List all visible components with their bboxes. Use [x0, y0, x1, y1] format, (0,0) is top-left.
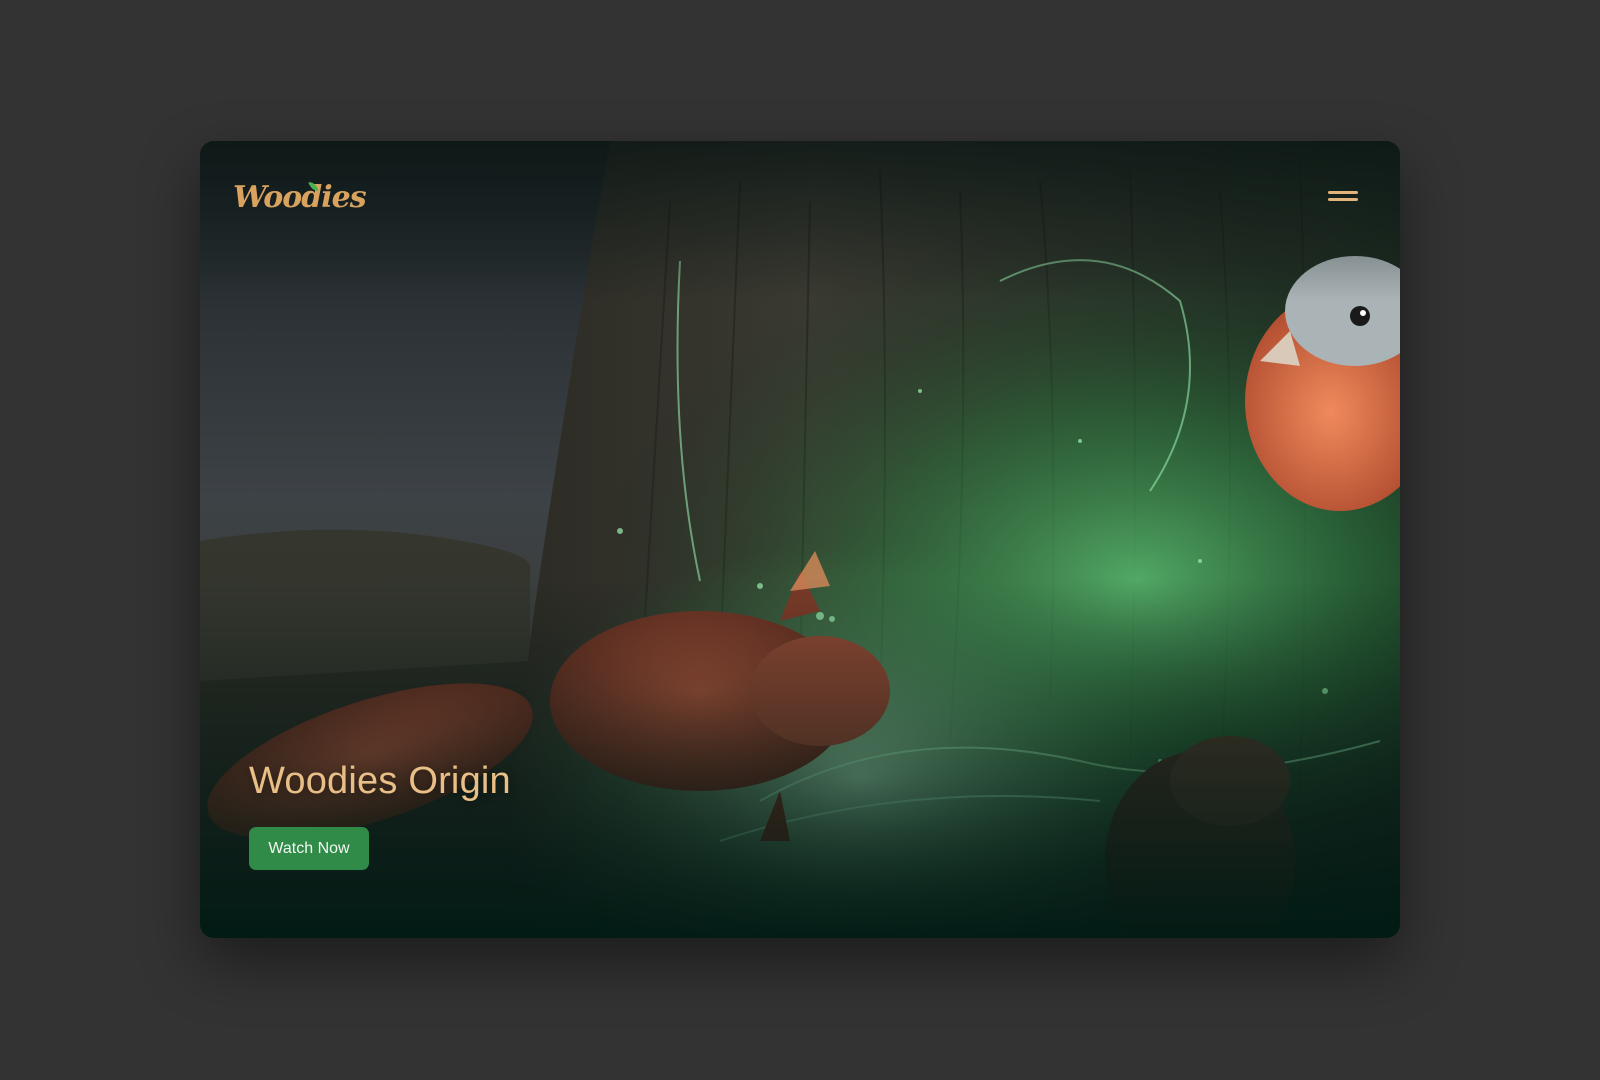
- hero-background-scene: [200, 141, 1400, 938]
- top-navigation: Woodies: [200, 141, 1400, 251]
- watch-now-button[interactable]: Watch Now: [249, 827, 369, 870]
- hamburger-menu-button[interactable]: [1322, 185, 1362, 211]
- brand-logo-text: Woodies: [233, 179, 367, 215]
- hero-title: Woodies Origin: [249, 760, 511, 802]
- hero-card: Woodies Woodies Origin Watch Now: [200, 141, 1400, 938]
- hero-content: Woodies Origin Watch Now: [249, 760, 511, 870]
- brand-logo[interactable]: Woodies: [233, 177, 367, 217]
